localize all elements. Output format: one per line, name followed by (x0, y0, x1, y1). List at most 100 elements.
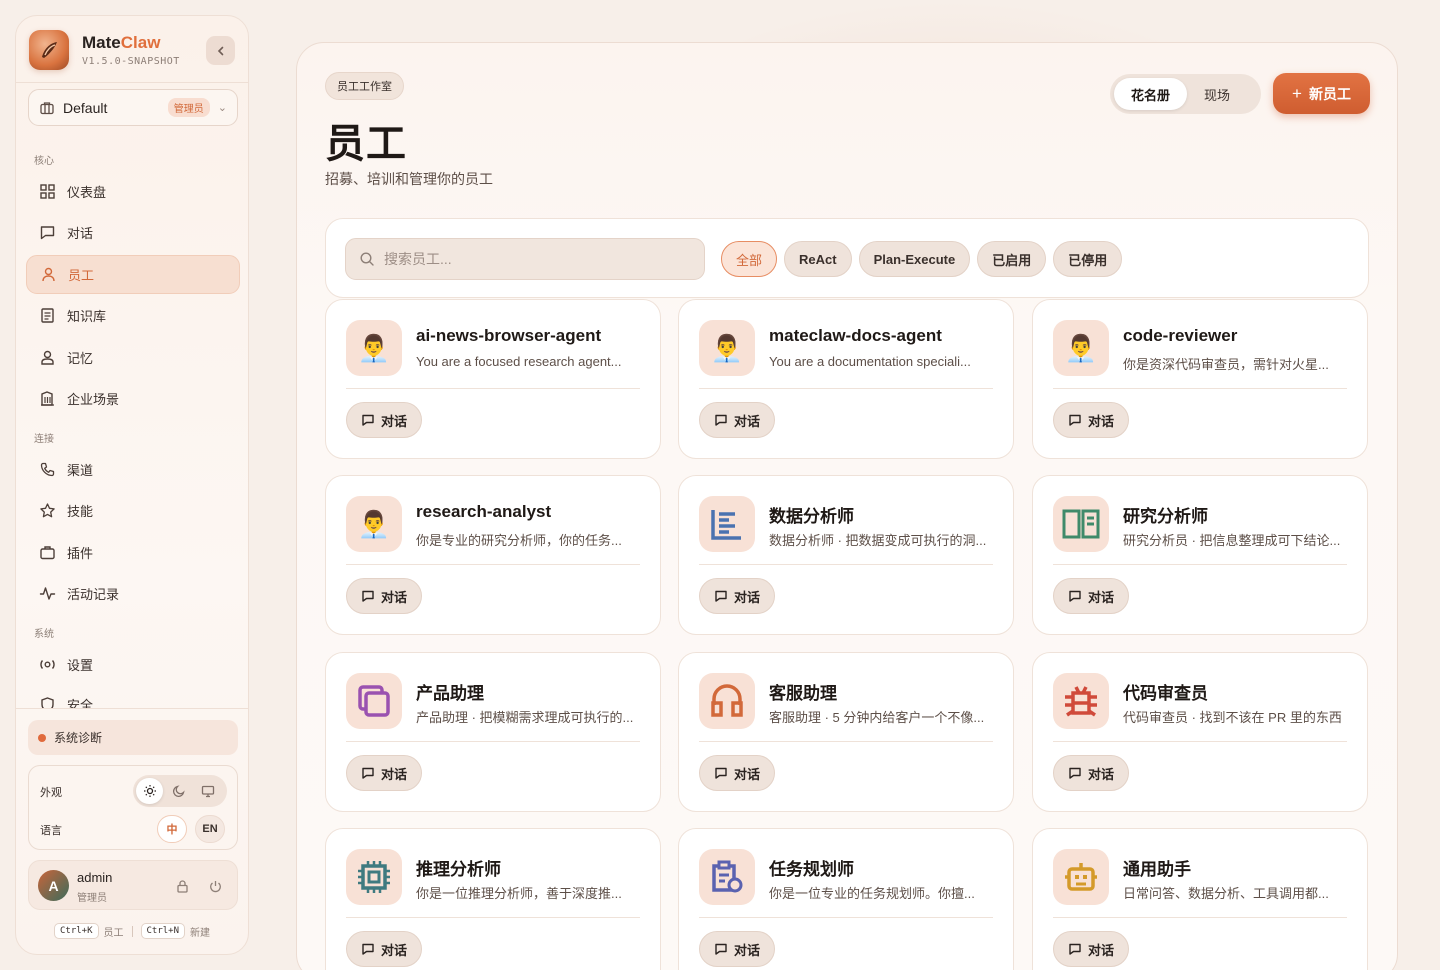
system-diagnostics-button[interactable]: 系统诊断 (28, 720, 238, 755)
light-theme-button[interactable] (136, 778, 164, 804)
divider (699, 388, 993, 389)
message-icon (1069, 943, 1081, 955)
employee-card[interactable]: 研究分析师 研究分析员 · 把信息整理成可下结论... 对话 (1032, 475, 1368, 635)
employee-name: 客服助理 (769, 684, 837, 703)
chat-button[interactable]: 对话 (346, 931, 423, 967)
sidebar-item-activity[interactable]: 活动记录 (26, 574, 240, 613)
message-icon (362, 943, 374, 955)
sidebar-item-label: 插件 (67, 546, 94, 561)
chat-label: 对话 (1088, 766, 1115, 782)
employee-card[interactable]: 客服助理客服助理 · 5 分钟内给客户一个不像... 对话 (678, 652, 1014, 812)
chat-button[interactable]: 对话 (1053, 402, 1130, 438)
chat-button[interactable]: 对话 (699, 755, 776, 791)
employee-card[interactable]: 推理分析师 你是一位推理分析师，善于深度推... 对话 (325, 828, 661, 970)
settings-icon (38, 656, 56, 674)
page-title: 员工 (325, 122, 407, 166)
shortcut-key: Ctrl+K (53, 923, 99, 939)
employee-card[interactable]: 👨‍💼 code-reviewer 你是资深代码审查员，需针对火星... 对话 (1032, 299, 1368, 459)
workspace-selector[interactable]: Default 管理员 ⌄ (28, 89, 238, 126)
language-label: 语言 (40, 825, 62, 837)
sidebar-item-knowledge[interactable]: 知识库 (26, 296, 240, 335)
shortcut-label: 新建 (190, 927, 211, 939)
employee-card[interactable]: 👨‍💼 mateclaw-docs-agent You are a document… (678, 299, 1014, 459)
sidebar-item-employees[interactable]: 员工 (26, 255, 240, 294)
employee-card[interactable]: 👨‍💼 ai-news-browser-agent You are a focuse… (325, 299, 661, 459)
sidebar-item-security[interactable]: 安全 (26, 686, 240, 708)
divider (16, 708, 248, 709)
filter-chip[interactable]: 全部 (721, 241, 778, 277)
message-icon (715, 943, 727, 955)
chat-label: 对话 (381, 942, 408, 958)
employee-description: 你是专业的研究分析师，你的任务... (416, 533, 622, 548)
chat-button[interactable]: 对话 (346, 402, 423, 438)
employee-description: You are a focused research agent... (416, 354, 622, 369)
sidebar-item-skills[interactable]: 技能 (26, 491, 240, 530)
divider (131, 925, 133, 937)
employee-card[interactable]: 代码审查员 代码审查员 · 找到不该在 PR 里的东西 对话 (1032, 652, 1368, 812)
app-logo-icon[interactable] (29, 30, 69, 70)
employee-card[interactable]: 任务规划师 你是一位专业的任务规划师。你擅... 对话 (678, 828, 1014, 970)
diagnostics-label: 系统诊断 (54, 731, 103, 745)
open-book-icon (1053, 496, 1109, 552)
message-icon (715, 590, 727, 602)
chat-label: 对话 (734, 766, 761, 782)
avatar[interactable]: A (38, 870, 69, 901)
chat-button[interactable]: 对话 (699, 578, 776, 614)
filter-chip[interactable]: 已启用 (977, 241, 1047, 277)
filter-bar: 全部ReActPlan-Execute已启用已停用 (325, 218, 1369, 298)
message-icon (362, 590, 374, 602)
employee-name: ai-news-browser-agent (416, 326, 602, 345)
sidebar-item-channels[interactable]: 渠道 (26, 450, 240, 489)
chat-label: 对话 (381, 766, 408, 782)
filter-chip[interactable]: 已停用 (1053, 241, 1123, 277)
role-badge: 管理员 (167, 98, 210, 117)
shortcut-key: Ctrl+N (140, 923, 186, 939)
language-en-button[interactable]: EN (195, 815, 225, 843)
plus-icon: + (1292, 83, 1302, 103)
bug-icon (1053, 673, 1109, 729)
employee-description: 客服助理 · 5 分钟内给客户一个不像... (769, 710, 985, 725)
message-icon (38, 224, 56, 242)
filter-chip[interactable]: Plan-Execute (858, 241, 971, 277)
filter-chip[interactable]: ReAct (784, 241, 852, 277)
employee-description: 你是资深代码审查员，需针对火星... (1123, 357, 1329, 372)
chat-button[interactable]: 对话 (1053, 755, 1130, 791)
shortcut-label: 员工 (103, 927, 124, 939)
new-employee-button[interactable]: + 新员工 (1273, 73, 1370, 114)
sidebar-item-memory[interactable]: 记忆 (26, 338, 240, 377)
system-theme-button[interactable] (195, 778, 222, 804)
chip-icon (346, 849, 402, 905)
status-dot (38, 733, 46, 742)
dark-theme-button[interactable] (165, 778, 192, 804)
lock-icon[interactable] (173, 877, 191, 895)
tab-roster[interactable]: 花名册 (1114, 78, 1188, 110)
briefcase-icon (38, 544, 56, 562)
chat-button[interactable]: 对话 (1053, 578, 1130, 614)
employee-card[interactable]: 👨‍💼 research-analyst 你是专业的研究分析师，你的任务... 对话 (325, 475, 661, 635)
chat-button[interactable]: 对话 (346, 755, 423, 791)
sidebar-item-chat[interactable]: 对话 (26, 213, 240, 252)
search-input[interactable] (384, 251, 684, 267)
chat-button[interactable]: 对话 (699, 402, 776, 438)
chat-label: 对话 (734, 942, 761, 958)
employee-name: 任务规划师 (769, 860, 854, 879)
employee-card[interactable]: 产品助理 产品助理 · 把模糊需求理成可执行的... 对话 (325, 652, 661, 812)
sidebar-item-settings[interactable]: 设置 (26, 645, 240, 684)
sidebar-item-dashboard[interactable]: 仪表盘 (26, 172, 240, 211)
employee-card[interactable]: 通用助手 日常问答、数据分析、工具调用都... 对话 (1032, 828, 1368, 970)
collapse-sidebar-button[interactable] (206, 36, 235, 65)
chat-label: 对话 (1088, 589, 1115, 605)
employee-card[interactable]: 数据分析师 数据分析师 · 把数据变成可执行的洞... 对话 (678, 475, 1014, 635)
chat-button[interactable]: 对话 (699, 931, 776, 967)
sidebar-item-label: 企业场景 (67, 392, 120, 407)
search-icon (360, 252, 374, 266)
chat-label: 对话 (734, 413, 761, 429)
power-icon[interactable] (206, 877, 224, 895)
chat-button[interactable]: 对话 (346, 578, 423, 614)
sidebar-item-enterprise[interactable]: 企业场景 (26, 379, 240, 418)
sidebar-item-plugins[interactable]: 插件 (26, 533, 240, 572)
headphones-icon (699, 673, 755, 729)
tab-live[interactable]: 现场 (1187, 78, 1247, 110)
language-zh-button[interactable]: 中 (157, 815, 187, 843)
chat-button[interactable]: 对话 (1053, 931, 1130, 967)
